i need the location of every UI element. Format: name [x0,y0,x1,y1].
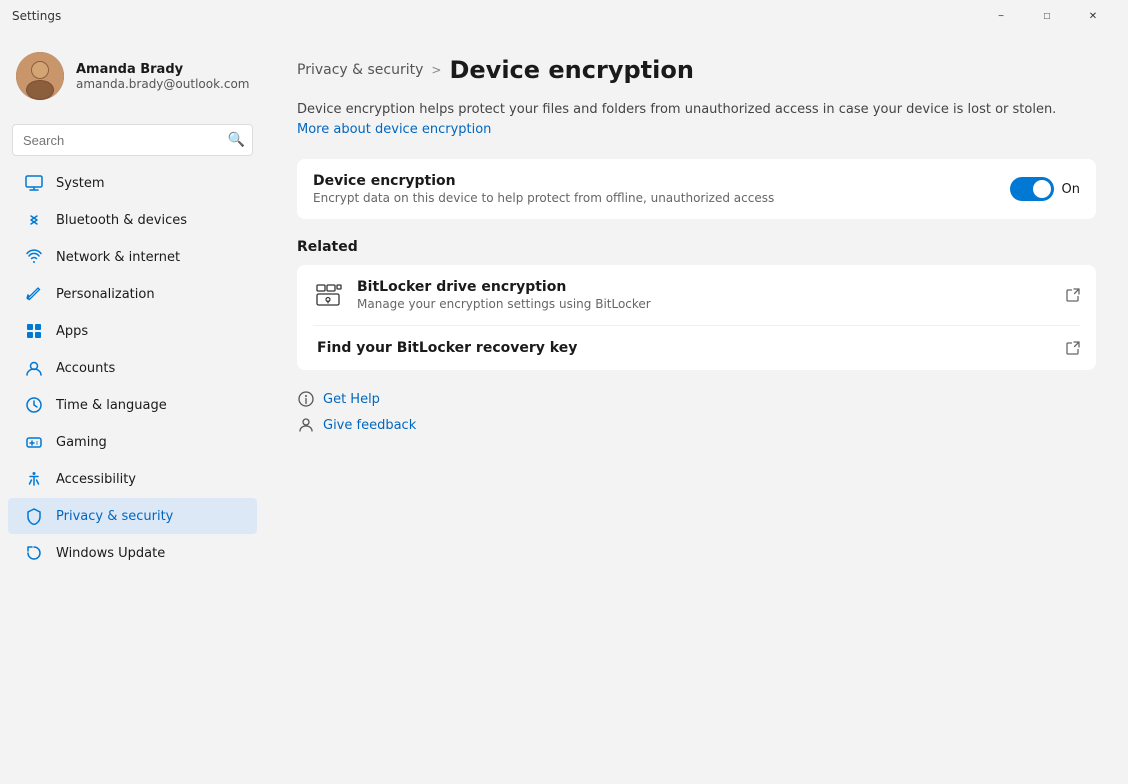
page-title: Device encryption [449,56,693,84]
bitlocker-icon [313,279,345,311]
bitlocker-external-icon [1066,288,1080,302]
window-controls: − □ ✕ [978,0,1116,32]
user-name: Amanda Brady [76,62,249,77]
user-email: amanda.brady@outlook.com [76,77,249,91]
titlebar: Settings − □ ✕ [0,0,1128,32]
more-info-link[interactable]: More about device encryption [297,122,491,137]
get-help-label: Get Help [323,392,380,407]
sidebar-item-system[interactable]: System [8,165,257,201]
user-section[interactable]: Amanda Brady amanda.brady@outlook.com [0,40,265,112]
sidebar-item-network[interactable]: Network & internet [8,239,257,275]
accessibility-icon [24,469,44,489]
breadcrumb-separator: > [431,63,441,77]
sidebar-item-apps[interactable]: Apps [8,313,257,349]
gaming-icon [24,432,44,452]
device-encryption-card: Device encryption Encrypt data on this d… [297,159,1096,219]
sidebar-item-system-label: System [56,176,104,191]
user-info: Amanda Brady amanda.brady@outlook.com [76,62,249,91]
description-text: Device encryption helps protect your fil… [297,100,1057,139]
device-encryption-title: Device encryption [313,173,998,189]
bitlocker-info: BitLocker drive encryption Manage your e… [357,279,1054,311]
avatar-image [16,52,64,100]
sidebar-item-apps-label: Apps [56,324,88,339]
bluetooth-icon [24,210,44,230]
breadcrumb-parent: Privacy & security [297,62,423,78]
avatar [16,52,64,100]
sidebar-item-update-label: Windows Update [56,546,165,561]
recovery-key-title: Find your BitLocker recovery key [317,340,1054,356]
sidebar-item-privacy[interactable]: Privacy & security [8,498,257,534]
device-encryption-info: Device encryption Encrypt data on this d… [313,173,998,205]
toggle-wrap: On [1010,177,1080,201]
app-container: Amanda Brady amanda.brady@outlook.com 🔍 … [0,32,1128,784]
update-icon [24,543,44,563]
give-feedback-label: Give feedback [323,418,416,433]
sidebar-item-accessibility[interactable]: Accessibility [8,461,257,497]
sidebar-item-privacy-label: Privacy & security [56,509,173,524]
sidebar: Amanda Brady amanda.brady@outlook.com 🔍 … [0,32,265,784]
related-section-title: Related [297,239,1096,255]
toggle-label: On [1062,182,1080,197]
bitlocker-title: BitLocker drive encryption [357,279,1054,295]
personalization-icon [24,284,44,304]
main-content: Privacy & security > Device encryption D… [265,32,1128,784]
device-encryption-desc: Encrypt data on this device to help prot… [313,191,998,205]
sidebar-item-personalization[interactable]: Personalization [8,276,257,312]
window-title: Settings [12,9,978,23]
related-card: BitLocker drive encryption Manage your e… [297,265,1096,370]
network-icon [24,247,44,267]
recovery-key-row[interactable]: Find your BitLocker recovery key [297,326,1096,370]
maximize-button[interactable]: □ [1024,0,1070,32]
accounts-icon [24,358,44,378]
give-feedback-link[interactable]: Give feedback [297,416,1096,434]
recovery-key-info: Find your BitLocker recovery key [313,340,1054,356]
sidebar-item-accounts-label: Accounts [56,361,115,376]
sidebar-item-accounts[interactable]: Accounts [8,350,257,386]
device-encryption-toggle[interactable] [1010,177,1054,201]
sidebar-item-accessibility-label: Accessibility [56,472,136,487]
sidebar-item-time-label: Time & language [56,398,167,413]
system-icon [24,173,44,193]
sidebar-item-bluetooth-label: Bluetooth & devices [56,213,187,228]
privacy-icon [24,506,44,526]
sidebar-item-gaming-label: Gaming [56,435,107,450]
toggle-knob [1033,180,1051,198]
minimize-button[interactable]: − [978,0,1024,32]
device-encryption-row: Device encryption Encrypt data on this d… [297,159,1096,219]
sidebar-item-gaming[interactable]: Gaming [8,424,257,460]
search-input[interactable] [12,124,253,156]
breadcrumb: Privacy & security > Device encryption [297,56,1096,84]
sidebar-item-bluetooth[interactable]: Bluetooth & devices [8,202,257,238]
sidebar-nav: System Bluetooth & devices [0,164,265,572]
time-icon [24,395,44,415]
sidebar-item-personalization-label: Personalization [56,287,155,302]
sidebar-item-network-label: Network & internet [56,250,180,265]
get-help-icon [297,390,315,408]
close-button[interactable]: ✕ [1070,0,1116,32]
sidebar-item-update[interactable]: Windows Update [8,535,257,571]
sidebar-item-time[interactable]: Time & language [8,387,257,423]
apps-icon [24,321,44,341]
get-help-link[interactable]: Get Help [297,390,1096,408]
bitlocker-row[interactable]: BitLocker drive encryption Manage your e… [297,265,1096,325]
recovery-key-external-icon [1066,341,1080,355]
give-feedback-icon [297,416,315,434]
search-box: 🔍 [12,124,253,156]
bitlocker-desc: Manage your encryption settings using Bi… [357,297,1054,311]
help-links: Get Help Give feedback [297,390,1096,434]
